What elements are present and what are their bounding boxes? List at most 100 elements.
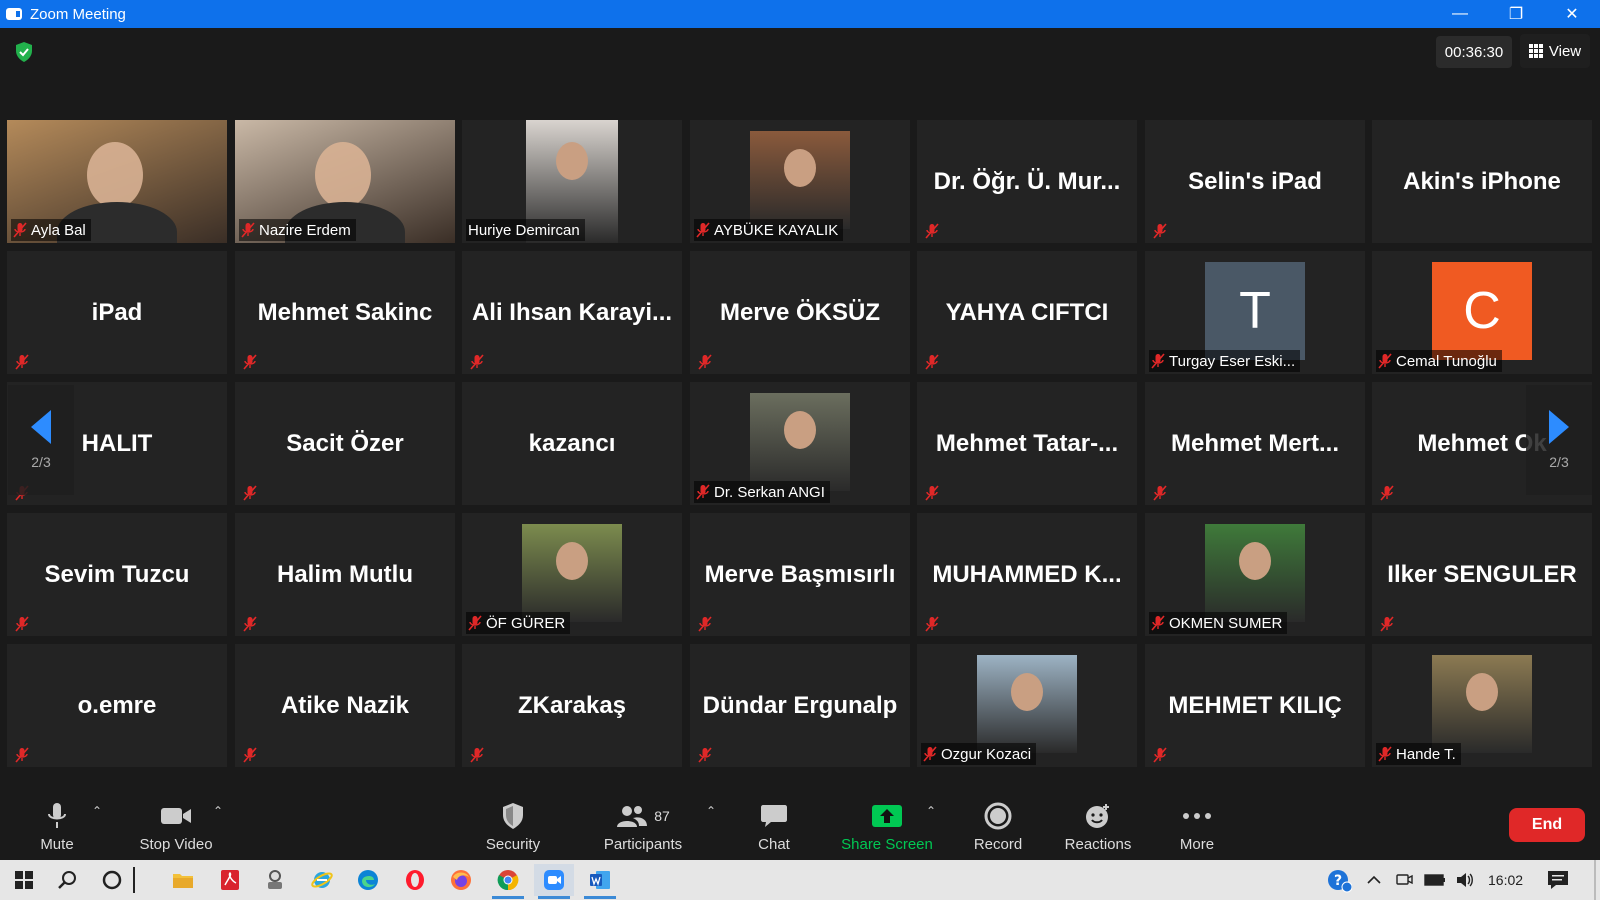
mic-muted-icon (15, 747, 29, 763)
participant-name: Ozgur Kozaci (941, 745, 1032, 763)
participant-tile[interactable]: Ozgur Kozaci (917, 644, 1137, 767)
participant-display-name: Selin's iPad (1188, 167, 1322, 195)
participant-tile[interactable]: Merve ÖKSÜZ (690, 251, 910, 374)
next-page-button[interactable]: 2/3 (1526, 385, 1592, 495)
audio-options-caret-icon[interactable]: ⌃ (92, 804, 102, 818)
prev-page-indicator: 2/3 (31, 454, 51, 470)
participant-tile[interactable]: C Cemal Tunoğlu (1372, 251, 1592, 374)
participant-name-label: Huriye Demircan (466, 219, 585, 241)
participant-tile[interactable]: MEHMET KILIÇ (1145, 644, 1365, 767)
stop-video-label: Stop Video (139, 836, 213, 853)
file-explorer-icon[interactable] (163, 864, 203, 896)
help-tray-icon[interactable]: ? (1326, 860, 1352, 900)
participant-tile[interactable]: AYBÜKE KAYALIK (690, 120, 910, 243)
participant-tile[interactable]: ZKarakaş (462, 644, 682, 767)
show-desktop-strip[interactable] (1594, 860, 1596, 900)
search-icon[interactable] (48, 864, 88, 896)
edge-browser-icon[interactable] (348, 864, 388, 896)
participant-tile[interactable]: Ayla Bal (7, 120, 227, 243)
participant-tile[interactable]: Selin's iPad (1145, 120, 1365, 243)
stop-video-button[interactable]: Stop Video (130, 800, 222, 856)
participant-tile[interactable]: ÖF GÜRER (462, 513, 682, 636)
security-button[interactable]: Security (480, 800, 546, 856)
taskbar-clock[interactable]: 16:02 (1488, 860, 1523, 900)
mic-muted-icon (698, 354, 712, 370)
record-label: Record (973, 836, 1023, 853)
participant-tile[interactable]: T Turgay Eser Eski... (1145, 251, 1365, 374)
participant-tile[interactable]: OKMEN SUMER (1145, 513, 1365, 636)
notifications-icon[interactable] (1547, 860, 1569, 900)
acrobat-icon[interactable] (210, 864, 250, 896)
view-button[interactable]: View (1520, 34, 1590, 68)
task-view-icon[interactable] (124, 864, 144, 896)
participant-name-label: Cemal Tunoğlu (1376, 350, 1502, 372)
participant-tile[interactable]: Ali Ihsan Karayi... (462, 251, 682, 374)
mic-muted-icon (925, 223, 939, 239)
volume-icon[interactable] (1455, 860, 1475, 900)
security-label: Security (485, 836, 541, 853)
participant-tile[interactable]: YAHYA CIFTCI (917, 251, 1137, 374)
more-button[interactable]: More (1175, 800, 1219, 856)
participant-tile[interactable]: o.emre (7, 644, 227, 767)
word-icon[interactable] (580, 864, 620, 899)
participant-tile[interactable]: Merve Başmısırlı (690, 513, 910, 636)
participant-tile[interactable]: Dr. Serkan ANGI (690, 382, 910, 505)
zoom-taskbar-icon[interactable] (534, 864, 574, 899)
show-hidden-icons-chevron-icon[interactable] (1366, 860, 1382, 900)
encryption-shield-icon[interactable] (14, 41, 34, 63)
participant-tile[interactable]: Dündar Ergunalp (690, 644, 910, 767)
record-button[interactable]: Record (973, 800, 1023, 856)
participant-name-label: Hande T. (1376, 743, 1461, 765)
share-options-caret-icon[interactable]: ⌃ (926, 804, 936, 818)
participant-profile-photo (522, 524, 622, 622)
participant-tile[interactable]: Akin's iPhone (1372, 120, 1592, 243)
participant-tile[interactable]: Nazire Erdem (235, 120, 455, 243)
chrome-icon[interactable] (488, 864, 528, 899)
participant-name-label: AYBÜKE KAYALIK (694, 219, 844, 241)
video-options-caret-icon[interactable]: ⌃ (213, 804, 223, 818)
reactions-button[interactable]: Reactions (1064, 800, 1132, 856)
participant-tile[interactable]: Mehmet Sakinc (235, 251, 455, 374)
security-shield-icon (501, 800, 525, 832)
end-meeting-button[interactable]: End (1509, 808, 1585, 842)
share-screen-button[interactable]: Share Screen (840, 800, 934, 856)
participant-tile[interactable]: Halim Mutlu (235, 513, 455, 636)
close-icon[interactable]: ✕ (1544, 0, 1600, 28)
participant-display-name: Dr. Öğr. Ü. Mur... (933, 167, 1121, 195)
internet-explorer-icon[interactable] (302, 864, 342, 896)
prev-page-button[interactable]: 2/3 (8, 385, 74, 495)
mic-muted-icon (925, 616, 939, 632)
battery-icon[interactable] (1424, 860, 1446, 900)
opera-icon[interactable] (395, 864, 435, 896)
firefox-icon[interactable] (441, 864, 481, 896)
participants-options-caret-icon[interactable]: ⌃ (706, 804, 716, 818)
participant-tile[interactable]: Atike Nazik (235, 644, 455, 767)
participant-display-name: Mehmet Sakinc (257, 298, 433, 326)
participant-tile[interactable]: iPad (7, 251, 227, 374)
participant-display-name: Atike Nazik (280, 691, 410, 719)
chat-button[interactable]: Chat (754, 800, 794, 856)
meeting-toolbar: Mute ⌃ Stop Video ⌃ Security 87 Particip… (0, 790, 1600, 860)
participant-tile[interactable]: Huriye Demircan (462, 120, 682, 243)
participant-tile[interactable]: Sacit Özer (235, 382, 455, 505)
participants-button[interactable]: 87 Participants (600, 800, 686, 856)
mic-muted-icon (698, 616, 712, 632)
restore-icon[interactable]: ❐ (1488, 0, 1544, 28)
participant-display-name: Ali Ihsan Karayi... (471, 298, 673, 326)
participant-display-name: MEHMET KILIÇ (1168, 691, 1342, 719)
app-icon[interactable] (255, 864, 295, 896)
participant-tile[interactable]: Ilker SENGULER (1372, 513, 1592, 636)
participant-tile[interactable]: MUHAMMED K... (917, 513, 1137, 636)
participant-tile[interactable]: Mehmet Mert... (1145, 382, 1365, 505)
participant-tile[interactable]: Dr. Öğr. Ü. Mur... (917, 120, 1137, 243)
participant-tile[interactable]: Hande T. (1372, 644, 1592, 767)
participant-tile[interactable]: Mehmet Tatar-... (917, 382, 1137, 505)
mute-button[interactable]: Mute (34, 800, 80, 856)
participant-tile[interactable]: kazancı (462, 382, 682, 505)
participant-tile[interactable]: Sevim Tuzcu (7, 513, 227, 636)
windows-start-icon[interactable] (4, 864, 44, 896)
minimize-icon[interactable]: — (1432, 0, 1488, 28)
participant-name-label: Ozgur Kozaci (921, 743, 1037, 765)
participant-profile-photo (977, 655, 1077, 753)
meet-now-icon[interactable] (1396, 860, 1414, 900)
